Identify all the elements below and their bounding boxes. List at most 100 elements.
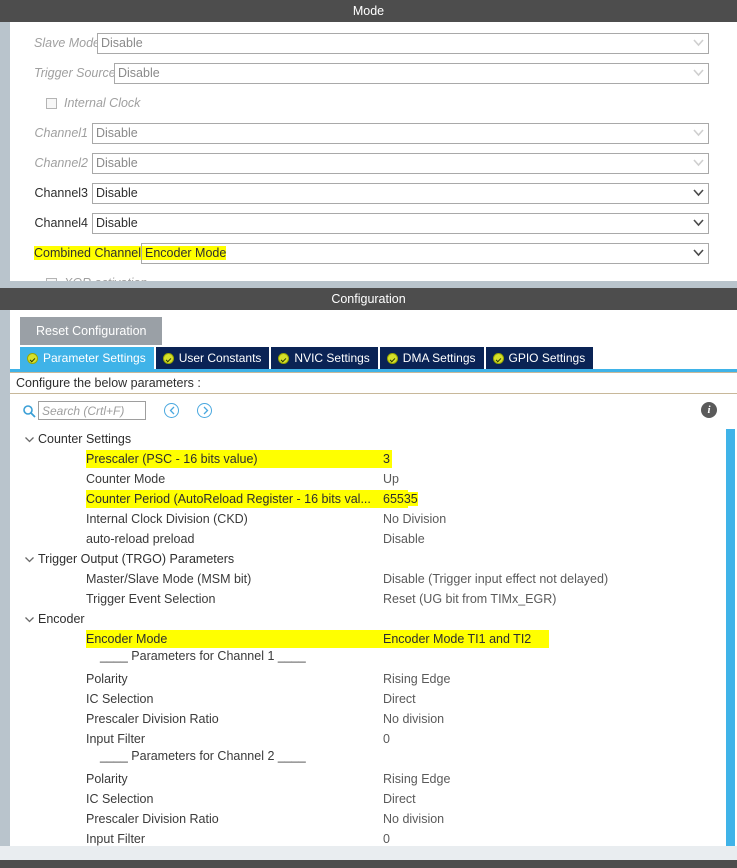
check-circle-icon bbox=[162, 352, 174, 364]
param-row-trigger-event-selection[interactable]: Trigger Event Selection Reset (UG bit fr… bbox=[10, 589, 737, 609]
check-circle-icon bbox=[27, 352, 38, 364]
scrollbar-thumb[interactable] bbox=[726, 429, 735, 853]
mode-row-channel1: Channel1 Disable bbox=[10, 118, 737, 148]
param-name: Internal Clock Division (CKD) bbox=[86, 512, 248, 526]
vertical-scrollbar[interactable] bbox=[726, 429, 735, 857]
param-name: Polarity bbox=[86, 672, 128, 686]
label-trigger-source: Trigger Source bbox=[34, 66, 116, 80]
bottom-strip bbox=[0, 860, 737, 868]
param-value: Up bbox=[383, 472, 399, 486]
param-name: IC Selection bbox=[86, 792, 154, 806]
param-row-internal-clock-division[interactable]: Internal Clock Division (CKD) No Divisio… bbox=[10, 509, 737, 529]
chevron-down-icon bbox=[693, 68, 704, 77]
channel2-dropdown[interactable]: Disable bbox=[92, 152, 709, 174]
param-name: Polarity bbox=[86, 772, 128, 786]
check-circle-icon bbox=[386, 352, 398, 364]
mode-panel-body: Slave Mode Disable Trigger Source Disabl… bbox=[10, 22, 737, 290]
param-name: IC Selection bbox=[86, 692, 154, 706]
chevron-down-icon bbox=[693, 158, 704, 167]
param-row-counter-period[interactable]: Counter Period (AutoReload Register - 16… bbox=[10, 489, 737, 509]
combined-channels-value: Encoder Mode bbox=[142, 246, 227, 260]
separator-label: ____ Parameters for Channel 2 ____ bbox=[100, 749, 306, 763]
channel4-value: Disable bbox=[96, 216, 138, 230]
param-name: Master/Slave Mode (MSM bit) bbox=[86, 572, 252, 586]
mode-row-combined-channels: Combined Channels Encoder Mode bbox=[10, 238, 737, 268]
tab-dma-settings[interactable]: DMA Settings bbox=[379, 347, 484, 369]
mode-row-slave-mode: Slave Mode Disable bbox=[10, 28, 737, 58]
tree-group-trigger-output[interactable]: Trigger Output (TRGO) Parameters bbox=[10, 549, 737, 569]
param-row-ch1-ic-selection[interactable]: IC Selection Direct bbox=[10, 689, 737, 709]
mode-row-internal-clock[interactable]: Internal Clock bbox=[10, 88, 737, 118]
parameter-tree: Counter Settings Prescaler (PSC - 16 bit… bbox=[10, 427, 737, 859]
search-icon bbox=[22, 404, 36, 418]
param-value: 65535 bbox=[383, 492, 418, 506]
search-next-button[interactable] bbox=[197, 403, 212, 418]
search-row: i bbox=[10, 394, 737, 427]
chevron-down-icon bbox=[693, 38, 704, 47]
channel3-dropdown[interactable]: Disable bbox=[92, 182, 709, 204]
channel4-dropdown[interactable]: Disable bbox=[92, 212, 709, 234]
mode-panel: Mode Slave Mode Disable Trigger Source D… bbox=[0, 0, 737, 290]
param-value: 0 bbox=[383, 732, 390, 746]
param-row-encoder-mode[interactable]: Encoder Mode Encoder Mode TI1 and TI2 bbox=[10, 629, 737, 649]
param-value: Disable bbox=[383, 532, 425, 546]
tab-parameter-settings[interactable]: Parameter Settings bbox=[20, 347, 154, 369]
param-name: Prescaler Division Ratio bbox=[86, 812, 219, 826]
param-name: Input Filter bbox=[86, 832, 146, 846]
label-combined-channels: Combined Channels bbox=[34, 246, 148, 260]
label-internal-clock: Internal Clock bbox=[64, 96, 141, 110]
param-row-ch2-polarity[interactable]: Polarity Rising Edge bbox=[10, 769, 737, 789]
label-channel3: Channel3 bbox=[34, 186, 88, 200]
search-previous-button[interactable] bbox=[164, 403, 179, 418]
trigger-source-dropdown[interactable]: Disable bbox=[114, 62, 709, 84]
tab-label: Parameter Settings bbox=[43, 351, 146, 365]
chevron-down-icon bbox=[693, 188, 704, 197]
tab-gpio-settings[interactable]: GPIO Settings bbox=[485, 347, 594, 369]
param-name: Counter Period (AutoReload Register - 16… bbox=[86, 492, 383, 506]
channel1-value: Disable bbox=[96, 126, 138, 140]
internal-clock-checkbox[interactable] bbox=[46, 97, 57, 109]
configuration-panel: Configuration Reset Configuration Parame… bbox=[0, 281, 737, 868]
param-name: Prescaler Division Ratio bbox=[86, 712, 219, 726]
param-value: 3 bbox=[383, 452, 390, 466]
param-value: 0 bbox=[383, 832, 390, 846]
param-value: Disable (Trigger input effect not delaye… bbox=[383, 572, 609, 586]
param-row-counter-mode[interactable]: Counter Mode Up bbox=[10, 469, 737, 489]
chevron-down-icon bbox=[24, 613, 38, 625]
combined-channels-dropdown[interactable]: Encoder Mode bbox=[141, 242, 709, 264]
info-icon[interactable]: i bbox=[701, 402, 717, 418]
label-channel4: Channel4 bbox=[34, 216, 88, 230]
param-row-ch2-prescaler-division-ratio[interactable]: Prescaler Division Ratio No division bbox=[10, 809, 737, 829]
param-value: Encoder Mode TI1 and TI2 bbox=[383, 632, 532, 646]
tree-group-label: Trigger Output (TRGO) Parameters bbox=[38, 552, 235, 566]
tab-label: NVIC Settings bbox=[294, 351, 370, 365]
param-row-ch1-input-filter[interactable]: Input Filter 0 bbox=[10, 729, 737, 749]
tab-label: User Constants bbox=[178, 351, 262, 365]
reset-configuration-button[interactable]: Reset Configuration bbox=[20, 317, 163, 345]
tab-label: DMA Settings bbox=[402, 351, 476, 365]
configuration-section-header: Configuration bbox=[0, 288, 737, 310]
tree-group-encoder[interactable]: Encoder bbox=[10, 609, 737, 629]
param-row-ch1-prescaler-division-ratio[interactable]: Prescaler Division Ratio No division bbox=[10, 709, 737, 729]
param-row-ch1-polarity[interactable]: Polarity Rising Edge bbox=[10, 669, 737, 689]
param-value: No division bbox=[383, 812, 445, 826]
search-input[interactable] bbox=[38, 401, 146, 420]
param-row-ch2-ic-selection[interactable]: IC Selection Direct bbox=[10, 789, 737, 809]
chevron-down-icon bbox=[693, 218, 704, 227]
check-circle-icon bbox=[492, 352, 504, 364]
tab-nvic-settings[interactable]: NVIC Settings bbox=[271, 347, 378, 369]
configure-parameters-note: Configure the below parameters : bbox=[10, 372, 737, 394]
param-value: No Division bbox=[383, 512, 447, 526]
param-row-prescaler[interactable]: Prescaler (PSC - 16 bits value) 3 bbox=[10, 449, 737, 469]
param-row-master-slave-mode[interactable]: Master/Slave Mode (MSM bit) Disable (Tri… bbox=[10, 569, 737, 589]
tree-group-counter-settings[interactable]: Counter Settings bbox=[10, 429, 737, 449]
chevron-down-icon bbox=[24, 433, 38, 445]
param-value: Direct bbox=[383, 792, 416, 806]
trigger-source-value: Disable bbox=[118, 66, 160, 80]
slave-mode-dropdown[interactable]: Disable bbox=[97, 32, 709, 54]
channel1-dropdown[interactable]: Disable bbox=[92, 122, 709, 144]
mode-row-trigger-source: Trigger Source Disable bbox=[10, 58, 737, 88]
param-row-auto-reload-preload[interactable]: auto-reload preload Disable bbox=[10, 529, 737, 549]
tab-user-constants[interactable]: User Constants bbox=[155, 347, 270, 369]
bottom-gap bbox=[0, 846, 737, 860]
